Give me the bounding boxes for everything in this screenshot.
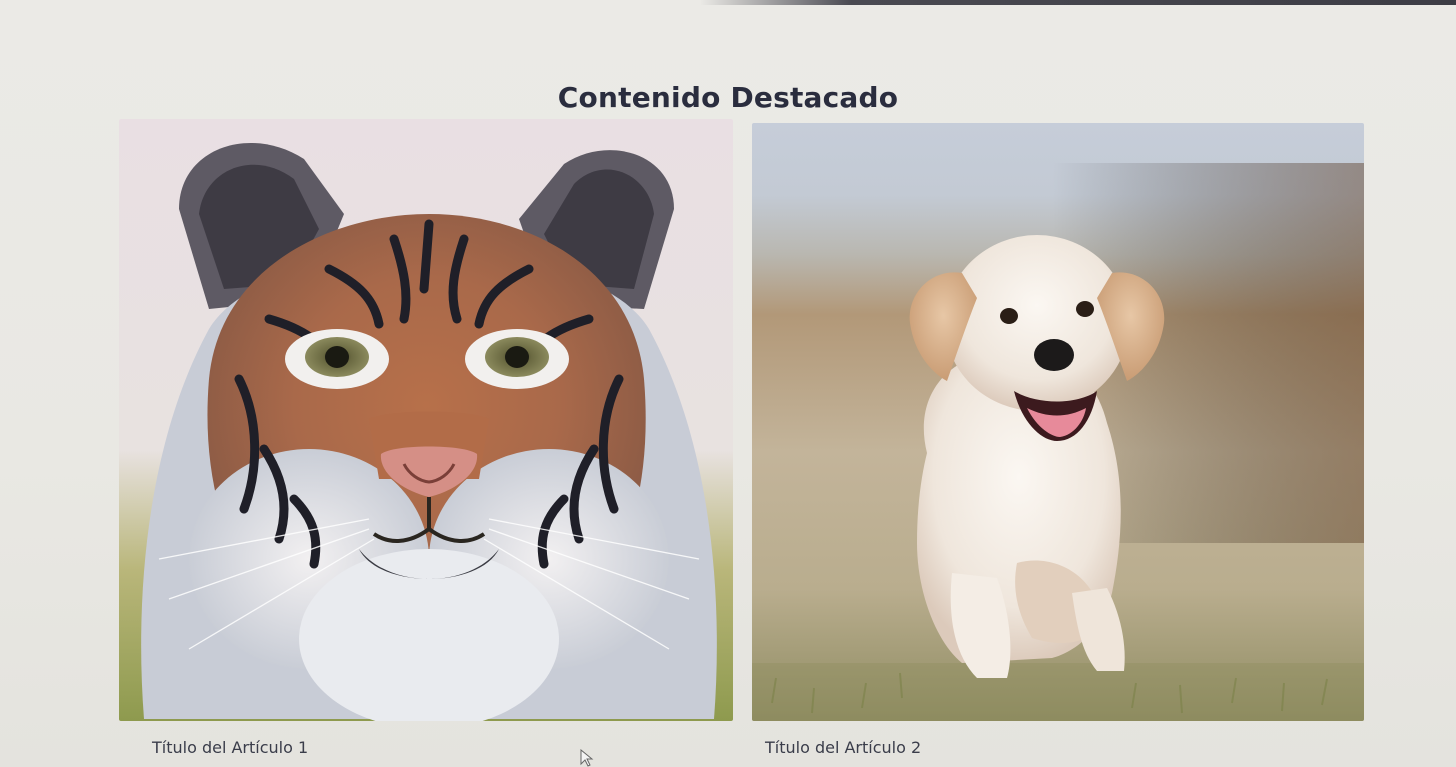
monitor-bezel <box>700 0 1456 5</box>
article-card-2[interactable] <box>752 123 1364 721</box>
article-image-tiger[interactable] <box>119 119 733 721</box>
page-title: Contenido Destacado <box>557 80 899 114</box>
article-title-2[interactable]: Título del Artículo 2 <box>765 738 921 757</box>
screen: Contenido Destacado Título del Artículo … <box>0 0 1456 767</box>
mouse-cursor-icon <box>580 749 594 767</box>
article-card-1[interactable] <box>119 119 733 721</box>
article-image-puppy[interactable] <box>752 123 1364 721</box>
article-title-1[interactable]: Título del Artículo 1 <box>152 738 308 757</box>
